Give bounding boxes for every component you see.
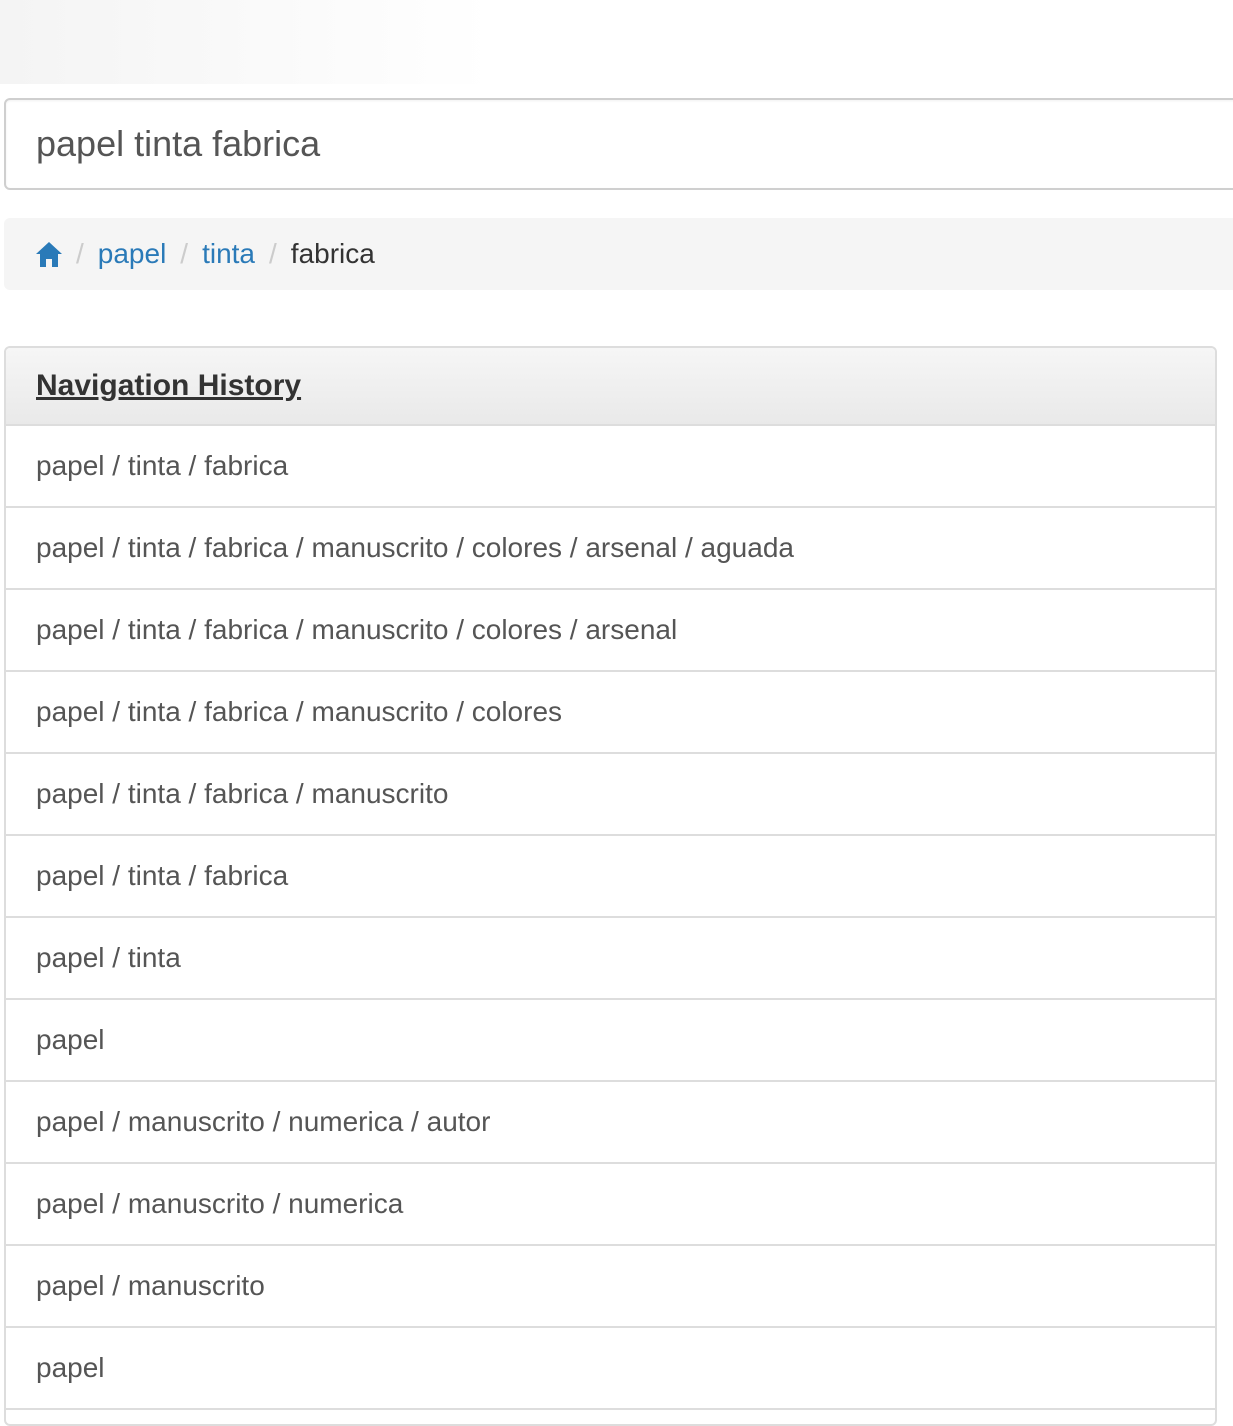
history-list: papel / tinta / fabrica papel / tinta / … (6, 426, 1215, 1410)
history-item[interactable]: papel / tinta / fabrica (6, 836, 1215, 918)
history-item[interactable]: papel / tinta / fabrica / manuscrito / c… (6, 508, 1215, 590)
breadcrumb-separator: / (76, 238, 84, 269)
history-item[interactable]: papel / manuscrito / numerica (6, 1164, 1215, 1246)
search-box[interactable] (4, 98, 1233, 190)
breadcrumb-item-papel[interactable]: papel (98, 238, 167, 270)
history-item[interactable]: papel / tinta / fabrica / manuscrito / c… (6, 590, 1215, 672)
history-item[interactable]: papel / tinta / fabrica / manuscrito / c… (6, 672, 1215, 754)
navigation-history-panel: Navigation History papel / tinta / fabri… (4, 346, 1217, 1426)
history-item[interactable]: papel / manuscrito / numerica / autor (6, 1082, 1215, 1164)
breadcrumb-separator: / (180, 238, 189, 269)
breadcrumb-item-tinta[interactable]: tinta (202, 238, 255, 270)
top-bar (0, 0, 1233, 84)
history-item[interactable]: papel (6, 1000, 1215, 1082)
breadcrumb-separator: / (269, 238, 277, 269)
history-item[interactable]: papel / manuscrito (6, 1246, 1215, 1328)
history-item[interactable]: papel / tinta / fabrica / manuscrito (6, 754, 1215, 836)
breadcrumb-item-active: fabrica (290, 238, 375, 269)
history-item[interactable]: papel / tinta / fabrica (6, 426, 1215, 508)
history-item[interactable]: papel / tinta (6, 918, 1215, 1000)
history-item[interactable]: papel (6, 1328, 1215, 1410)
panel-title[interactable]: Navigation History (36, 369, 301, 403)
breadcrumb: / papel / tinta / fabrica (4, 218, 1233, 290)
home-icon[interactable] (34, 238, 66, 270)
search-input[interactable] (36, 116, 1186, 172)
panel-heading: Navigation History (6, 348, 1215, 426)
